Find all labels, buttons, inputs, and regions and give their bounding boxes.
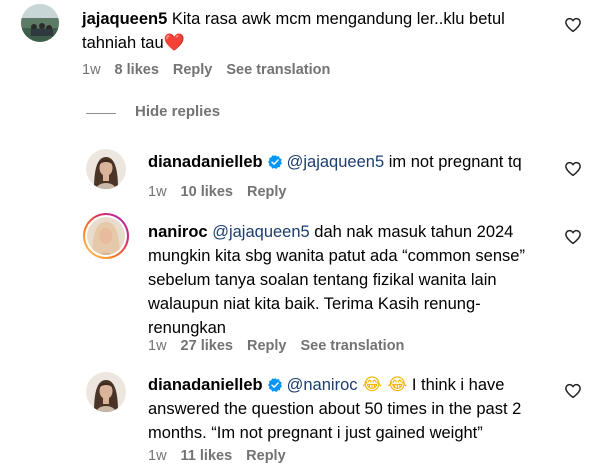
comment-timestamp: 1w: [82, 62, 101, 78]
comment-likes[interactable]: 8 likes: [115, 62, 159, 78]
hide-replies-divider: [86, 113, 116, 114]
hide-replies-button[interactable]: Hide replies: [135, 103, 220, 120]
reply-likes[interactable]: 11 likes: [181, 448, 233, 464]
see-translation-button[interactable]: See translation: [300, 338, 404, 354]
reply-meta: 1w 11 likes Reply: [148, 448, 300, 464]
reply-button[interactable]: Reply: [247, 184, 287, 200]
reply-username[interactable]: naniroc: [148, 223, 208, 241]
verified-badge-icon: [267, 378, 282, 392]
reply-body: dianadanielleb @jajaqueen5 im not pregnan…: [148, 150, 558, 174]
comment-body: jajaqueen5 Kita rasa awk mcm mengandung …: [82, 7, 542, 55]
reply-meta: 1w 10 likes Reply: [148, 184, 300, 200]
verified-badge-icon: [267, 155, 282, 169]
reply-mention[interactable]: @jajaqueen5: [287, 153, 385, 171]
heart-outline-icon[interactable]: [564, 160, 582, 178]
comment-username[interactable]: jajaqueen5: [82, 10, 167, 28]
reply-text: im not pregnant tq: [388, 153, 522, 171]
avatar-jajaqueen5[interactable]: [21, 4, 59, 42]
avatar-naniroc[interactable]: [82, 212, 130, 260]
reply-mention[interactable]: @jajaqueen5: [212, 223, 310, 241]
reply-button[interactable]: Reply: [247, 338, 287, 354]
laughing-emoji: 😂 😂: [362, 375, 408, 395]
reply-username[interactable]: dianadanielleb: [148, 153, 263, 171]
reply-meta: 1w 27 likes Reply See translation: [148, 338, 418, 354]
reply-body: dianadanielleb @naniroc 😂 😂 I think i hav…: [148, 373, 548, 445]
heart-outline-icon[interactable]: [564, 228, 582, 246]
reply-likes[interactable]: 10 likes: [181, 184, 233, 200]
reply-timestamp: 1w: [148, 338, 167, 354]
reply-button[interactable]: Reply: [173, 62, 213, 78]
see-translation-button[interactable]: See translation: [226, 62, 330, 78]
reply-timestamp: 1w: [148, 184, 167, 200]
avatar-dianadanielleb[interactable]: [86, 149, 126, 189]
reply-body: naniroc @jajaqueen5 dah nak masuk tahun …: [148, 220, 548, 340]
comment-meta: 1w 8 likes Reply See translation: [82, 62, 344, 78]
reply-mention[interactable]: @naniroc: [287, 376, 358, 394]
reply-likes[interactable]: 27 likes: [181, 338, 233, 354]
heart-outline-icon[interactable]: [564, 382, 582, 400]
reply-button[interactable]: Reply: [246, 448, 286, 464]
reply-username[interactable]: dianadanielleb: [148, 376, 263, 394]
heart-outline-icon[interactable]: [564, 16, 582, 34]
reply-timestamp: 1w: [148, 448, 167, 464]
red-heart-emoji: ❤️: [163, 33, 185, 53]
avatar-dianadanielleb[interactable]: [86, 372, 126, 412]
